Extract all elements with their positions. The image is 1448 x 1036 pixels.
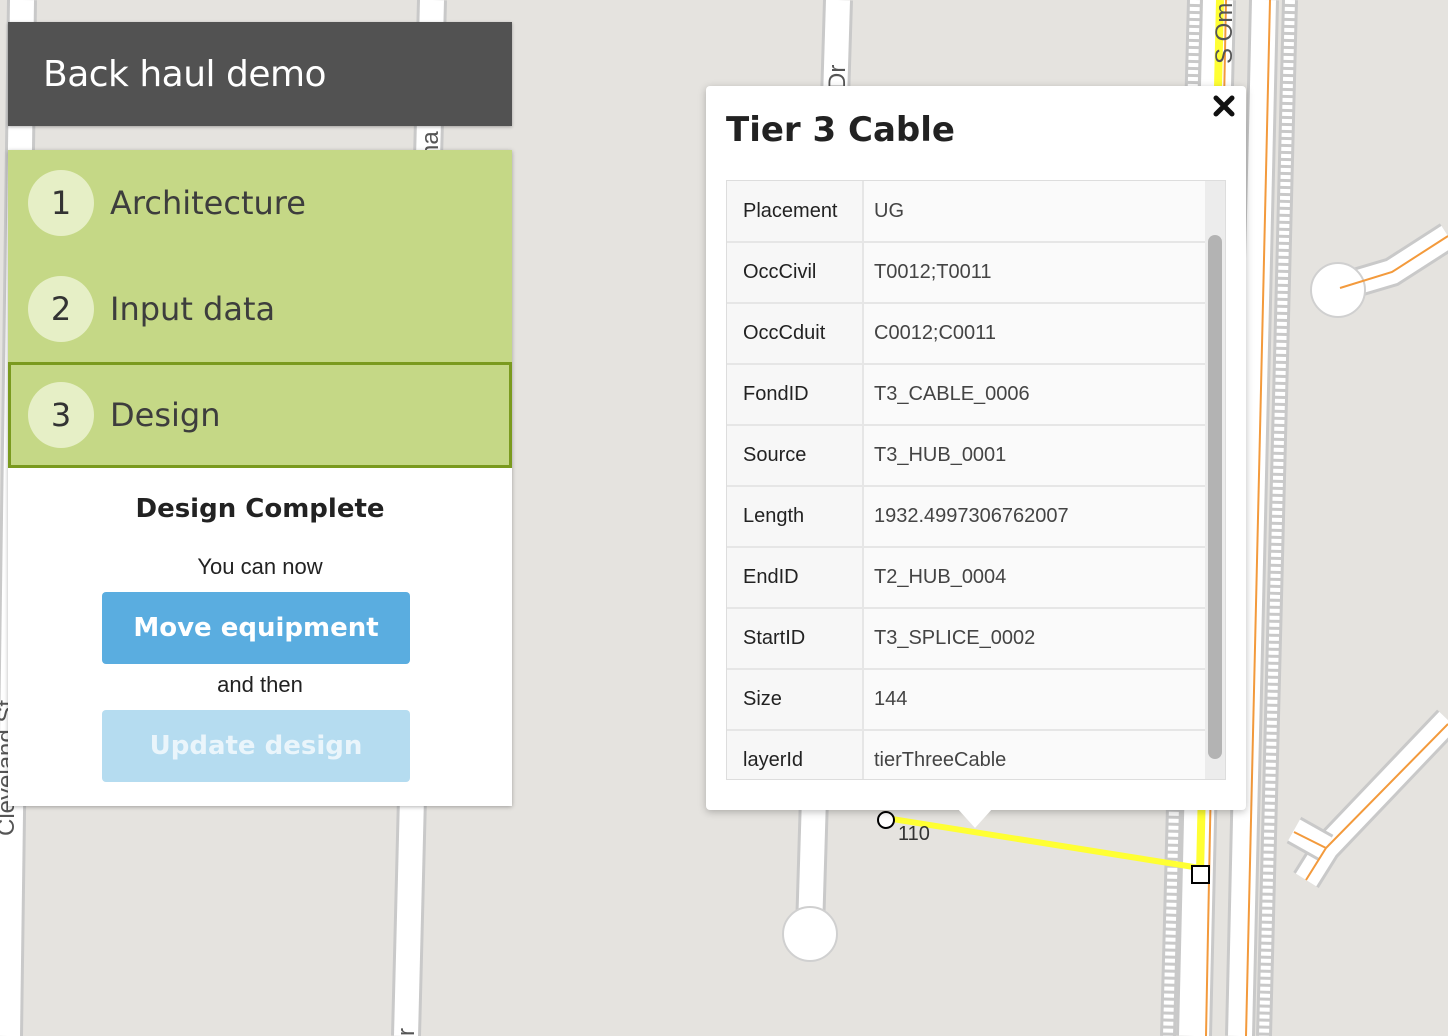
properties-table: Placement UG OccCivil T0012;T0011 OccCduit C0… <box>727 181 1205 779</box>
feature-popup: Tier 3 Cable Placement UG OccCivil T0012;T0… <box>706 86 1246 828</box>
property-key: EndID <box>727 547 864 609</box>
table-row: layerId tierThreeCable <box>727 730 1205 779</box>
table-row: Size 144 <box>727 669 1205 731</box>
property-key: layerId <box>727 730 864 779</box>
splice-marker <box>877 811 895 829</box>
scrollbar-thumb[interactable] <box>1208 235 1222 759</box>
property-value: tierThreeCable <box>863 730 1205 779</box>
step-architecture[interactable]: 1 Architecture <box>8 150 512 256</box>
property-value: T0012;T0011 <box>863 242 1205 304</box>
street-label: r <box>393 1028 420 1036</box>
property-value: T2_HUB_0004 <box>863 547 1205 609</box>
street-label: S Om <box>1211 3 1238 64</box>
instruction-text: You can now <box>197 554 323 579</box>
step-label: Input data <box>110 290 276 328</box>
scrollbar-track[interactable] <box>1205 181 1225 779</box>
app-title: Back haul demo <box>43 54 327 95</box>
hub-marker <box>1191 865 1210 884</box>
property-key: Length <box>727 486 864 548</box>
property-value: 1932.4997306762007 <box>863 486 1205 548</box>
design-complete-title: Design Complete <box>135 494 385 524</box>
step-number: 3 <box>28 382 94 448</box>
property-value: C0012;C0011 <box>863 303 1205 365</box>
map-markers[interactable]: 110 <box>877 811 1210 884</box>
table-row: Placement UG <box>727 181 1205 243</box>
table-row: Source T3_HUB_0001 <box>727 425 1205 487</box>
step-label: Design <box>110 396 221 434</box>
marker-label: 110 <box>898 823 930 845</box>
properties-table-container[interactable]: Placement UG OccCivil T0012;T0011 OccCduit C0… <box>726 180 1226 780</box>
table-row: StartID T3_SPLICE_0002 <box>727 608 1205 670</box>
property-key: Placement <box>727 181 864 243</box>
property-key: OccCduit <box>727 303 864 365</box>
update-design-button[interactable]: Update design <box>102 710 410 782</box>
step-number: 2 <box>28 276 94 342</box>
table-row: Length 1932.4997306762007 <box>727 486 1205 548</box>
step-label: Architecture <box>110 184 306 222</box>
property-key: StartID <box>727 608 864 670</box>
app-title-bar: Back haul demo <box>8 22 512 126</box>
step-design[interactable]: 3 Design <box>8 362 512 468</box>
popup-tip <box>957 808 993 828</box>
instruction-text: and then <box>217 672 303 697</box>
workflow-panel: 1 Architecture 2 Input data 3 Design Des… <box>8 150 512 806</box>
table-row: OccCivil T0012;T0011 <box>727 242 1205 304</box>
popup-title: Tier 3 Cable <box>726 110 955 150</box>
property-value: T3_HUB_0001 <box>863 425 1205 487</box>
property-key: OccCivil <box>727 242 864 304</box>
property-value: T3_CABLE_0006 <box>863 364 1205 426</box>
property-value: T3_SPLICE_0002 <box>863 608 1205 670</box>
step-input-data[interactable]: 2 Input data <box>8 256 512 362</box>
table-row: FondID T3_CABLE_0006 <box>727 364 1205 426</box>
table-row: EndID T2_HUB_0004 <box>727 547 1205 609</box>
property-key: Source <box>727 425 864 487</box>
property-value: UG <box>863 181 1205 243</box>
step-number: 1 <box>28 170 94 236</box>
property-key: Size <box>727 669 864 731</box>
property-value: 144 <box>863 669 1205 731</box>
table-row: OccCduit C0012;C0011 <box>727 303 1205 365</box>
property-key: FondID <box>727 364 864 426</box>
close-icon[interactable] <box>1210 92 1238 120</box>
move-equipment-button[interactable]: Move equipment <box>102 592 410 664</box>
